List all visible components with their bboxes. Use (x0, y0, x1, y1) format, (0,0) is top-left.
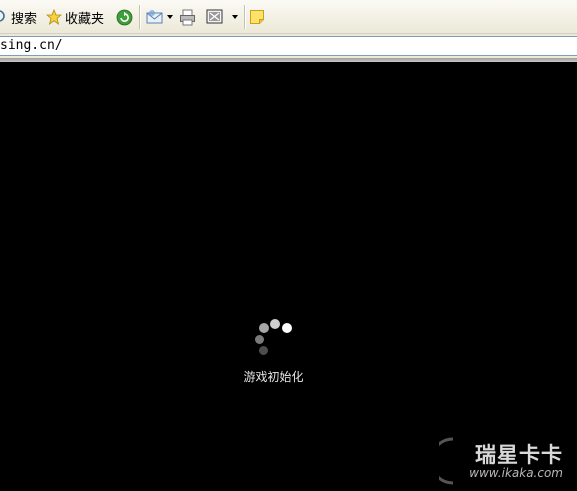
watermark-title: 瑞星卡卡 (475, 443, 563, 467)
spinner-dot (282, 323, 292, 333)
browser-window: 搜索 收藏夹 sing.cn/ 游戏初始化 瑞星卡卡 www.ikaka.com (0, 0, 577, 491)
favorites-button[interactable]: 收藏夹 (46, 6, 104, 28)
favorites-label: 收藏夹 (65, 11, 105, 27)
watermark-url: www.ikaka.com (469, 466, 563, 480)
spinner-dot (259, 346, 268, 355)
mail-button[interactable] (146, 6, 174, 28)
search-label: 搜索 (11, 11, 38, 27)
loading-text: 游戏初始化 (243, 370, 304, 384)
loading-spinner (250, 317, 300, 362)
search-button[interactable]: 搜索 (0, 6, 37, 28)
note-icon (250, 10, 264, 24)
edit-dropdown[interactable] (231, 6, 239, 28)
spinner-dot (270, 319, 280, 329)
chevron-down-icon[interactable] (166, 13, 174, 21)
toolbar: 搜索 收藏夹 (0, 0, 577, 34)
toolbar-separator (244, 5, 246, 29)
refresh-icon (116, 9, 133, 25)
search-icon (0, 10, 5, 22)
note-button[interactable] (249, 6, 265, 28)
address-bar: sing.cn/ (0, 34, 577, 58)
spinner-dot (259, 323, 269, 333)
address-input[interactable]: sing.cn/ (0, 36, 577, 56)
edit-button[interactable] (206, 6, 224, 28)
chevron-down-icon (232, 15, 238, 19)
spinner-dot (255, 335, 264, 344)
print-button[interactable] (179, 6, 197, 28)
history-button[interactable] (116, 6, 133, 28)
print-icon (180, 9, 195, 25)
edit-icon (206, 9, 223, 24)
star-icon (46, 9, 62, 25)
game-viewport[interactable]: 游戏初始化 瑞星卡卡 www.ikaka.com (0, 62, 577, 491)
mail-icon (146, 10, 163, 24)
watermark: 瑞星卡卡 www.ikaka.com (439, 437, 569, 485)
toolbar-separator (139, 5, 141, 29)
